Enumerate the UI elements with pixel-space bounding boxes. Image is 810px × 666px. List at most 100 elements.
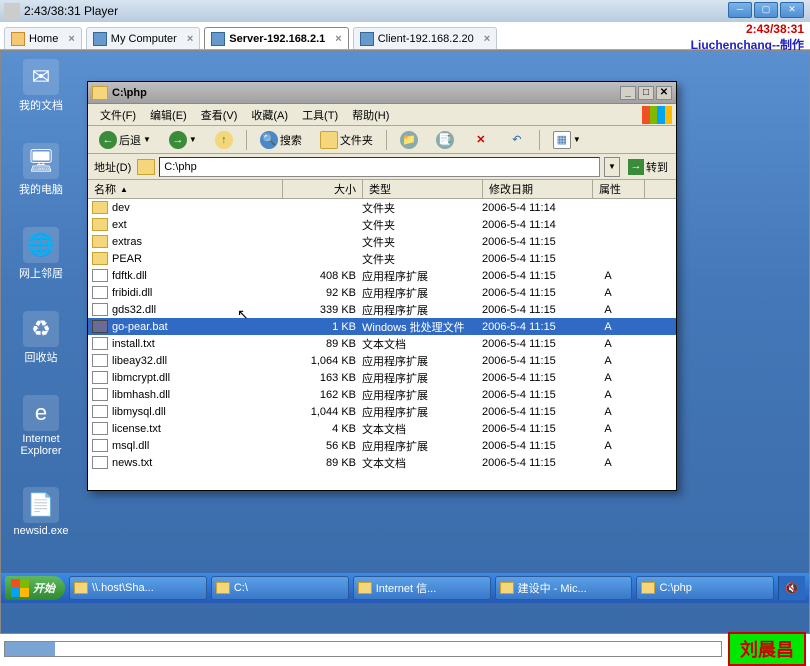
file-row[interactable]: ext文件夹2006-5-4 11:14: [88, 216, 676, 233]
menu-item[interactable]: 帮助(H): [346, 105, 395, 125]
col-attr[interactable]: 属性: [593, 180, 645, 198]
file-type: 应用程序扩展: [362, 438, 482, 454]
maximize-button[interactable]: ▢: [754, 2, 778, 18]
go-button[interactable]: →转到: [624, 157, 672, 177]
tab-close-icon[interactable]: ×: [187, 33, 193, 45]
col-date[interactable]: 修改日期: [483, 180, 593, 198]
taskbar-button[interactable]: Internet 信...: [353, 576, 491, 600]
file-row[interactable]: dev文件夹2006-5-4 11:14: [88, 199, 676, 216]
tab-close-icon[interactable]: ×: [484, 33, 490, 45]
minimize-button[interactable]: ─: [728, 2, 752, 18]
desktop-icon[interactable]: ✉我的文档: [7, 59, 75, 113]
delete-button[interactable]: ✕: [465, 128, 497, 152]
file-row[interactable]: fdftk.dll408 KB应用程序扩展2006-5-4 11:15A: [88, 267, 676, 284]
file-size: 92 KB: [282, 287, 362, 299]
system-tray[interactable]: 🔇: [778, 576, 805, 600]
file-type: 应用程序扩展: [362, 370, 482, 386]
views-button[interactable]: ▦▼: [546, 128, 588, 152]
address-input[interactable]: C:\php: [159, 157, 600, 177]
player-icon: [4, 3, 20, 19]
folder-icon: [92, 252, 108, 265]
tab-my-computer[interactable]: My Computer×: [86, 27, 200, 49]
file-list-header: 名称▲ 大小 类型 修改日期 属性: [88, 180, 676, 199]
file-row[interactable]: fribidi.dll92 KB应用程序扩展2006-5-4 11:15A: [88, 284, 676, 301]
desktop-icon[interactable]: 📄newsid.exe: [7, 487, 75, 537]
col-name[interactable]: 名称▲: [88, 180, 283, 198]
undo-button[interactable]: ↶: [501, 128, 533, 152]
file-date: 2006-5-4 11:15: [482, 355, 592, 367]
pc-icon: [93, 32, 107, 46]
exp-minimize-button[interactable]: _: [620, 86, 636, 100]
menu-item[interactable]: 编辑(E): [144, 105, 193, 125]
windows-logo-icon: [11, 579, 29, 597]
explorer-titlebar[interactable]: C:\php _ □ ✕: [88, 82, 676, 104]
tab-close-icon[interactable]: ×: [68, 33, 74, 45]
forward-button[interactable]: →▼: [162, 128, 204, 152]
folders-button[interactable]: 文件夹: [313, 128, 380, 152]
file-row[interactable]: libmcrypt.dll163 KB应用程序扩展2006-5-4 11:15A: [88, 369, 676, 386]
player-title-text: 2:43/38:31 Player: [24, 4, 806, 18]
file-date: 2006-5-4 11:15: [482, 440, 592, 452]
copy-to-button[interactable]: 📑: [429, 128, 461, 152]
search-button[interactable]: 🔍搜索: [253, 128, 309, 152]
taskbar-button[interactable]: \\.host\Sha...: [69, 576, 207, 600]
move-to-button[interactable]: 📁: [393, 128, 425, 152]
icon-label: Internet Explorer: [7, 433, 75, 457]
file-row[interactable]: msql.dll56 KB应用程序扩展2006-5-4 11:15A: [88, 437, 676, 454]
tab-client-192-168-2-20[interactable]: Client-192.168.2.20×: [353, 27, 497, 49]
menu-item[interactable]: 文件(F): [94, 105, 142, 125]
pc-icon: [360, 32, 374, 46]
file-row[interactable]: news.txt89 KB文本文档2006-5-4 11:15A: [88, 454, 676, 471]
taskbar-button[interactable]: C:\: [211, 576, 349, 600]
menu-item[interactable]: 收藏(A): [245, 105, 294, 125]
icon-glyph: ♻: [23, 311, 59, 347]
file-type: 文本文档: [362, 455, 482, 471]
close-button[interactable]: ✕: [780, 2, 804, 18]
pc-icon: [211, 32, 225, 46]
file-type: 应用程序扩展: [362, 387, 482, 403]
taskbar-button[interactable]: 建设中 - Mic...: [495, 576, 633, 600]
tab-server-192-168-2-1[interactable]: Server-192.168.2.1×: [204, 27, 348, 49]
start-button[interactable]: 开始: [5, 576, 65, 600]
col-size[interactable]: 大小: [283, 180, 363, 198]
file-type: 文件夹: [362, 217, 482, 233]
exp-maximize-button[interactable]: □: [638, 86, 654, 100]
file-attr: A: [592, 457, 624, 469]
file-row[interactable]: libeay32.dll1,064 KB应用程序扩展2006-5-4 11:15…: [88, 352, 676, 369]
address-dropdown-button[interactable]: ▼: [604, 157, 620, 177]
file-row[interactable]: license.txt4 KB文本文档2006-5-4 11:15A: [88, 420, 676, 437]
file-type: 文本文档: [362, 336, 482, 352]
taskbar-button[interactable]: C:\php: [636, 576, 774, 600]
file-date: 2006-5-4 11:15: [482, 321, 592, 333]
file-icon: [92, 354, 108, 367]
file-date: 2006-5-4 11:14: [482, 202, 592, 214]
col-type[interactable]: 类型: [363, 180, 483, 198]
up-button[interactable]: ↑: [208, 128, 240, 152]
file-row[interactable]: install.txt89 KB文本文档2006-5-4 11:15A: [88, 335, 676, 352]
tab-home[interactable]: Home×: [4, 27, 82, 49]
desktop-icon[interactable]: eInternet Explorer: [7, 395, 75, 457]
file-type: 文件夹: [362, 251, 482, 267]
folder-icon: [92, 201, 108, 214]
file-name: libmysql.dll: [112, 406, 282, 418]
desktop-icon[interactable]: 🌐网上邻居: [7, 227, 75, 281]
file-row[interactable]: libmhash.dll162 KB应用程序扩展2006-5-4 11:15A: [88, 386, 676, 403]
file-row[interactable]: libmysql.dll1,044 KB应用程序扩展2006-5-4 11:15…: [88, 403, 676, 420]
batch-file-icon: [92, 320, 108, 333]
file-row[interactable]: go-pear.bat1 KBWindows 批处理文件2006-5-4 11:…: [88, 318, 676, 335]
file-row[interactable]: PEAR文件夹2006-5-4 11:15: [88, 250, 676, 267]
file-row[interactable]: gds32.dll339 KB应用程序扩展2006-5-4 11:15A: [88, 301, 676, 318]
menu-item[interactable]: 查看(V): [195, 105, 244, 125]
file-attr: A: [592, 338, 624, 350]
exp-close-button[interactable]: ✕: [656, 86, 672, 100]
tab-close-icon[interactable]: ×: [335, 33, 341, 45]
menu-item[interactable]: 工具(T): [296, 105, 344, 125]
desktop-icon[interactable]: 🖥我的电脑: [7, 143, 75, 197]
file-row[interactable]: extras文件夹2006-5-4 11:15: [88, 233, 676, 250]
desktop-icon[interactable]: ♻回收站: [7, 311, 75, 365]
playback-progress[interactable]: [4, 641, 722, 657]
back-button[interactable]: ←后退▼: [92, 128, 158, 152]
file-list[interactable]: dev文件夹2006-5-4 11:14ext文件夹2006-5-4 11:14…: [88, 199, 676, 490]
file-type: 应用程序扩展: [362, 353, 482, 369]
taskbar-button-icon: [74, 582, 88, 594]
